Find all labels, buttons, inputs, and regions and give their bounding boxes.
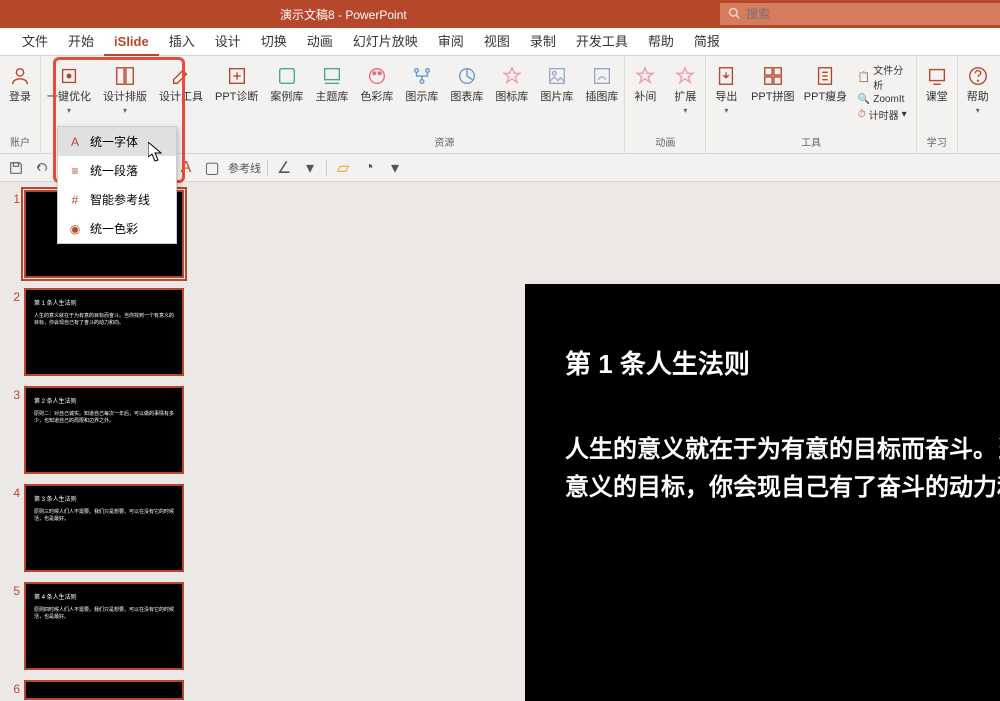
unify-paragraph-item[interactable]: ≡统一段落: [58, 156, 176, 185]
imagelib-button[interactable]: 图片库: [534, 60, 579, 108]
tab-animations[interactable]: 动画: [297, 28, 343, 56]
tab-review[interactable]: 审阅: [428, 28, 474, 56]
themelib-button[interactable]: 主题库: [309, 60, 354, 108]
tab-brief[interactable]: 简报: [684, 28, 730, 56]
tween-button[interactable]: 补间: [625, 60, 665, 108]
stitch-button[interactable]: PPT拼图: [746, 60, 799, 108]
save-button[interactable]: [6, 158, 26, 178]
diagram-icon: [410, 64, 434, 88]
thumb-5[interactable]: 第 4 条人生法则原则四时候人们人不需要。我们只是想要。可以在没有它的时候活，也…: [24, 582, 184, 670]
diagnose-icon: [225, 64, 249, 88]
diagnose-button[interactable]: PPT诊断: [209, 60, 264, 108]
search-box[interactable]: [720, 3, 1000, 25]
tools-icon: [169, 64, 193, 88]
export-icon: [714, 64, 738, 88]
layout-button[interactable]: 设计排版▾: [97, 60, 153, 119]
window-title: 演示文稿8 - PowerPoint: [280, 6, 407, 23]
tab-file[interactable]: 文件: [12, 28, 58, 56]
help-button[interactable]: 帮助▾: [958, 60, 998, 119]
layout-icon: [113, 64, 137, 88]
class-button[interactable]: 课堂: [917, 60, 957, 108]
theme-icon: [320, 64, 344, 88]
help-icon: [966, 64, 990, 88]
tween-icon: [633, 64, 657, 88]
tab-islide[interactable]: iSlide: [104, 28, 159, 56]
zoomit-button[interactable]: 🔍ZoomIt: [858, 94, 910, 105]
compress-button[interactable]: PPT瘦身: [799, 60, 852, 108]
slide-thumbnails: 1 2第 1 条人生法则人生的意义就在于为有意的目标而奋斗。当你找到一个有意义的…: [0, 182, 200, 701]
guides-label[interactable]: 参考线: [228, 160, 261, 176]
undo-button[interactable]: [32, 158, 52, 178]
search-input[interactable]: [746, 7, 992, 21]
font-icon: A: [68, 135, 82, 149]
colorlib-button[interactable]: 色彩库: [354, 60, 399, 108]
timer-button[interactable]: ⏱计时器 ▾: [858, 107, 910, 122]
iconlib-button[interactable]: 图标库: [489, 60, 534, 108]
ribbon-tabs: 文件 开始 iSlide 插入 设计 切换 动画 幻灯片放映 审阅 视图 录制 …: [0, 28, 1000, 56]
optimize-button[interactable]: 一键优化▾: [41, 60, 97, 119]
zoom-icon: 🔍: [858, 94, 870, 105]
thumb-3[interactable]: 第 2 条人生法则原则二：对自己诚实。知道自己每次一年后，可以做的事情有多少，也…: [24, 386, 184, 474]
search-icon: [728, 7, 740, 22]
login-button[interactable]: 登录: [0, 60, 40, 108]
class-icon: [925, 64, 949, 88]
paragraph-icon: ≡: [68, 164, 82, 178]
stitch-icon: [761, 64, 785, 88]
current-slide[interactable]: 第 1 条人生法则 人生的意义就在于为有意的目标而奋斗。当你找到一个有意义的目标…: [525, 284, 1000, 701]
grid-icon: #: [68, 193, 82, 207]
caselib-button[interactable]: 案例库: [264, 60, 309, 108]
thumb-4[interactable]: 第 3 条人生法则原则三时候人们人不需要。我们只是想要。可以在没有它的时候活，也…: [24, 484, 184, 572]
slide-body[interactable]: 人生的意义就在于为有意的目标而奋斗。当你找到一个有意义的目标，你会现自己有了奋斗…: [565, 431, 1000, 508]
tab-transitions[interactable]: 切换: [251, 28, 297, 56]
illust-icon: [590, 64, 614, 88]
designtools-button[interactable]: 设计工具: [153, 60, 209, 108]
unify-color-item[interactable]: ◉统一色彩: [58, 214, 176, 243]
fileanalyze-button[interactable]: 📋文件分析: [858, 62, 910, 92]
slide-canvas[interactable]: 第 1 条人生法则 人生的意义就在于为有意的目标而奋斗。当你找到一个有意义的目标…: [200, 182, 1000, 701]
compress-icon: [813, 64, 837, 88]
smart-guides-item[interactable]: #智能参考线: [58, 185, 176, 214]
tab-design[interactable]: 设计: [205, 28, 251, 56]
slide-heading[interactable]: 第 1 条人生法则: [565, 344, 1000, 381]
optimize-dropdown: A统一字体 ≡统一段落 #智能参考线 ◉统一色彩: [57, 126, 177, 244]
thumb-2[interactable]: 第 1 条人生法则人生的意义就在于为有意的目标而奋斗。当你找到一个有意义的目标，…: [24, 288, 184, 376]
optimize-icon: [57, 64, 81, 88]
diagramlib-button[interactable]: 图示库: [399, 60, 444, 108]
user-icon: [8, 64, 32, 88]
tab-devtools[interactable]: 开发工具: [566, 28, 638, 56]
star-icon: [500, 64, 524, 88]
export-button[interactable]: 导出▾: [706, 60, 746, 119]
tab-view[interactable]: 视图: [474, 28, 520, 56]
extend-button[interactable]: 扩展▾: [665, 60, 705, 119]
illustlib-button[interactable]: 插图库: [579, 60, 624, 108]
tab-home[interactable]: 开始: [58, 28, 104, 56]
unify-font-item[interactable]: A统一字体: [58, 127, 176, 156]
thumb-6[interactable]: [24, 680, 184, 700]
tab-slideshow[interactable]: 幻灯片放映: [343, 28, 428, 56]
analyze-icon: 📋: [858, 72, 870, 83]
extend-icon: [673, 64, 697, 88]
chartlib-button[interactable]: 图表库: [444, 60, 489, 108]
case-icon: [275, 64, 299, 88]
color-icon: ◉: [68, 222, 82, 236]
image-icon: [545, 64, 569, 88]
tab-insert[interactable]: 插入: [159, 28, 205, 56]
palette-icon: [365, 64, 389, 88]
timer-icon: ⏱: [858, 109, 866, 120]
tab-help[interactable]: 帮助: [638, 28, 684, 56]
tab-record[interactable]: 录制: [520, 28, 566, 56]
chart-icon: [455, 64, 479, 88]
